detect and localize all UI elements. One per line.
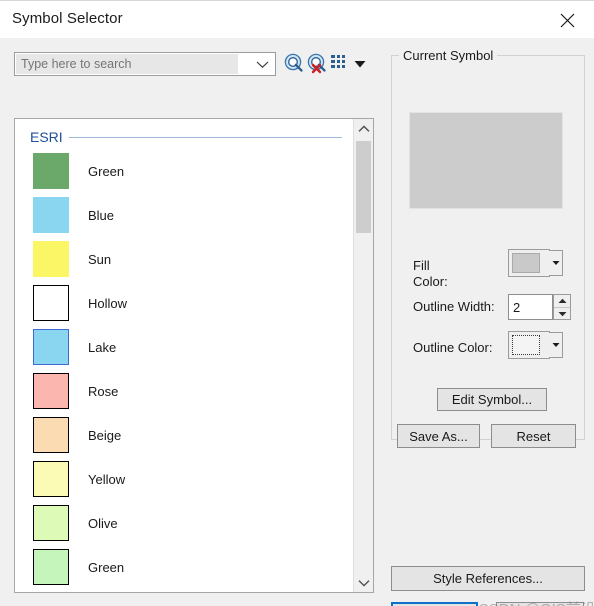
symbol-label: Rose <box>88 383 119 399</box>
chevron-down-icon <box>552 343 559 347</box>
scroll-down-button[interactable] <box>354 573 373 592</box>
scrollbar-thumb[interactable] <box>356 141 371 233</box>
current-symbol-title: Current Symbol <box>399 48 498 63</box>
style-references-button[interactable]: Style References... <box>391 566 585 591</box>
fill-color-label-line1: Fill <box>413 258 430 273</box>
close-button[interactable] <box>546 3 588 37</box>
symbol-list-scrollbar[interactable] <box>353 119 373 592</box>
symbol-label: Blue <box>88 207 115 223</box>
view-dropdown-icon <box>354 61 366 68</box>
outline-width-input[interactable]: 2 <box>508 294 553 320</box>
symbol-label: Beige <box>88 427 122 443</box>
outline-color-label: Outline Color: <box>413 340 493 355</box>
outline-width-decrement[interactable] <box>554 308 570 320</box>
outline-width-stepper[interactable] <box>553 294 571 320</box>
symbol-list-item[interactable]: Sun <box>15 237 354 281</box>
symbol-swatch <box>33 461 69 497</box>
symbol-selector-dialog: Symbol Selector Type here to search ESRI… <box>0 0 594 606</box>
symbol-list: ESRI Green Blue Sun Hollow Lake Rose Beige Yell… <box>14 118 374 593</box>
outline-color-dropdown[interactable] <box>549 332 563 358</box>
fill-color-swatch <box>512 253 540 273</box>
outline-width-value: 2 <box>513 299 521 315</box>
clear-search-button[interactable] <box>307 53 328 74</box>
save-as-button[interactable]: Save As... <box>397 424 480 448</box>
edit-symbol-button[interactable]: Edit Symbol... <box>437 388 547 411</box>
reset-button[interactable]: Reset <box>491 424 576 448</box>
symbol-label: Lake <box>88 339 117 355</box>
title-bar: Symbol Selector <box>0 0 594 39</box>
symbol-list-item[interactable]: Yellow <box>15 457 354 501</box>
search-icon <box>284 53 303 72</box>
search-dropdown-button[interactable] <box>249 53 275 75</box>
symbol-list-item[interactable]: Olive <box>15 501 354 545</box>
caret-down-icon <box>558 312 566 317</box>
ok-button[interactable]: OK <box>391 602 478 606</box>
chevron-down-icon <box>357 579 370 587</box>
chevron-down-icon <box>256 61 268 68</box>
search-placeholder: Type here to search <box>21 57 132 71</box>
outline-width-increment[interactable] <box>554 295 570 308</box>
symbol-list-item[interactable]: Rose <box>15 369 354 413</box>
search-icon-button[interactable] <box>284 53 305 74</box>
symbol-label: Olive <box>88 515 118 531</box>
cancel-button[interactable]: Cancel <box>496 602 584 606</box>
view-dropdown-button[interactable] <box>353 58 367 70</box>
symbol-list-item[interactable]: Green <box>15 545 354 589</box>
symbol-preview <box>409 112 563 209</box>
symbol-label: Sun <box>88 251 112 267</box>
symbol-swatch <box>33 285 69 321</box>
symbol-list-item[interactable]: Beige <box>15 413 354 457</box>
chevron-down-icon <box>552 261 559 265</box>
list-view-button[interactable] <box>331 54 349 72</box>
symbol-label: Hollow <box>88 295 128 311</box>
symbol-list-item[interactable] <box>15 589 354 592</box>
symbol-swatch <box>33 153 69 189</box>
fill-color-label: Fill Color: <box>413 258 483 290</box>
dialog-body: Type here to search ESRI Green Blue Sun … <box>0 38 594 606</box>
symbol-swatch <box>33 549 69 585</box>
fill-color-button[interactable] <box>508 249 550 277</box>
scroll-up-button[interactable] <box>354 119 373 138</box>
symbol-swatch <box>33 197 69 233</box>
symbol-list-item[interactable]: Green <box>15 149 354 193</box>
symbol-group-name: ESRI <box>30 129 63 145</box>
symbol-swatch <box>33 505 69 541</box>
symbol-swatch <box>33 241 69 277</box>
page-title: Symbol Selector <box>12 10 123 27</box>
outline-color-button[interactable] <box>508 331 550 359</box>
outline-width-label: Outline Width: <box>413 299 495 314</box>
symbol-list-viewport: ESRI Green Blue Sun Hollow Lake Rose Beige Yell… <box>15 119 354 592</box>
symbol-list-item[interactable]: Hollow <box>15 281 354 325</box>
symbol-swatch <box>33 417 69 453</box>
symbol-list-item[interactable]: Blue <box>15 193 354 237</box>
clear-search-icon <box>307 53 326 74</box>
symbol-label: Green <box>88 559 125 575</box>
symbol-label: Yellow <box>88 471 126 487</box>
list-view-icon <box>331 55 345 68</box>
search-combobox[interactable]: Type here to search <box>14 52 276 76</box>
symbol-swatch <box>33 329 69 365</box>
caret-up-icon <box>558 298 566 303</box>
symbol-swatch <box>33 373 69 409</box>
fill-color-dropdown[interactable] <box>549 250 563 276</box>
search-input[interactable]: Type here to search <box>16 54 238 74</box>
chevron-up-icon <box>357 124 370 132</box>
outline-color-swatch <box>512 335 540 355</box>
symbol-label: Green <box>88 163 125 179</box>
symbol-group-rule <box>68 136 342 138</box>
close-icon <box>560 13 574 27</box>
fill-color-label-line2: Color: <box>413 274 448 289</box>
symbol-group-header: ESRI <box>15 125 354 149</box>
symbol-list-item[interactable]: Lake <box>15 325 354 369</box>
